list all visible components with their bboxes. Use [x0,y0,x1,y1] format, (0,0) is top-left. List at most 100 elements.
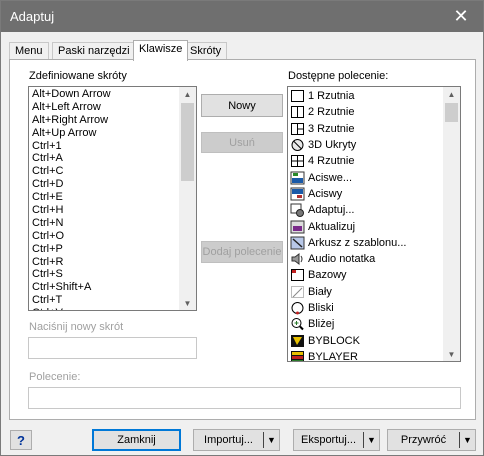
command-input[interactable] [29,388,460,408]
list-item-label: 2 Rzutnie [308,106,355,119]
command-field[interactable] [28,387,461,409]
list-item-label: Adaptuj... [308,204,355,217]
list-item[interactable]: 4 Rzutnie [288,153,443,169]
list-item[interactable]: 1 Rzutnia [288,88,443,104]
list-item-label: Aciswy [308,187,343,200]
new-button[interactable]: Nowy [201,94,283,117]
scroll-up-icon[interactable]: ▲ [179,87,196,101]
scroll-down-icon[interactable]: ▼ [179,296,196,310]
list-item[interactable]: 3 Rzutnie [288,121,443,137]
commands-scrollbar[interactable]: ▲ ▼ [443,87,460,361]
scroll-down-icon[interactable]: ▼ [443,347,460,361]
shortcuts-scrollbar[interactable]: ▲ ▼ [179,87,196,310]
list-item[interactable]: Ctrl+E [29,191,179,204]
acis-export-icon [290,171,305,185]
list-item[interactable]: Audio notatka [288,251,443,267]
viewport-1-icon [290,89,305,103]
shortcuts-list[interactable]: Alt+Down Arrow Alt+Left Arrow Alt+Right Ar… [28,86,197,311]
list-item-label: Biały [308,285,332,298]
import-label: Importuj... [204,434,253,446]
list-item-label: Arkusz z szablonu... [308,236,407,249]
new-shortcut-field[interactable] [28,337,197,359]
list-item-label: Aktualizuj [308,220,356,233]
new-shortcut-label: Naciśnij nowy skrót [29,321,124,333]
list-item-label: 4 Rzutnie [308,155,355,168]
list-item-label: Audio notatka [308,253,376,266]
close-icon[interactable]: ✕ [439,1,483,32]
list-item-label: Bliski [308,302,334,314]
tab-aliases[interactable]: Skróty [184,42,228,60]
list-item[interactable]: Alt+Down Arrow [29,88,179,101]
customize-icon [290,203,305,218]
commands-label: Dostępne polecenie: [288,70,389,82]
viewport-2-icon [290,105,305,119]
list-item[interactable]: Aciswe... [288,169,443,185]
list-item[interactable]: Aciswy [288,186,443,202]
white-icon [290,285,305,299]
close-button[interactable]: Zamknij [92,429,181,451]
list-item[interactable]: Ctrl+H [29,204,179,217]
list-item[interactable]: Alt+Right Arrow [29,114,179,127]
zoom-in-icon [290,317,305,331]
list-item[interactable]: Ctrl+O [29,230,179,243]
tab-menu[interactable]: Menu [9,42,49,60]
list-item[interactable]: Alt+Left Arrow [29,101,179,114]
byblock-icon [290,334,305,348]
list-item[interactable]: Ctrl+Shift+A [29,281,179,294]
list-item[interactable]: Bliżej [288,316,443,332]
list-item-label: Bliżej [308,318,335,331]
nearest-icon [290,301,305,315]
list-item[interactable]: Ctrl+T [29,294,179,307]
import-button[interactable]: Importuj... ▼ [193,429,280,451]
hide-3d-icon [290,138,305,152]
list-item[interactable]: Arkusz z szablonu... [288,235,443,251]
shortcuts-label: Zdefiniowane skróty [29,70,127,82]
new-shortcut-input[interactable] [29,338,196,358]
commands-list[interactable]: 1 Rzutnia 2 Rzutnie 3 Rzutnie 3D Ukryty 4 Rz… [287,86,461,362]
list-item[interactable]: Ctrl+D [29,178,179,191]
bylayer-icon [290,350,305,361]
scroll-up-icon[interactable]: ▲ [443,87,460,101]
base-icon [290,268,305,282]
list-item[interactable]: Aktualizuj [288,218,443,234]
list-item-label: 3 Rzutnie [308,122,355,135]
list-item-label: BYLAYER [308,350,358,362]
list-item[interactable]: Ctrl+R [29,256,179,269]
list-item[interactable]: Biały [288,284,443,300]
list-item[interactable]: BYLAYER [288,349,443,362]
list-item[interactable]: Alt+Up Arrow [29,127,179,140]
list-item[interactable]: BYBLOCK [288,332,443,348]
command-label: Polecenie: [29,371,81,383]
dropdown-arrow-icon[interactable]: ▼ [364,435,379,445]
list-item-label: Bazowy [308,269,347,282]
list-item[interactable]: Ctrl+C [29,165,179,178]
dropdown-arrow-icon[interactable]: ▼ [460,435,475,445]
list-item[interactable]: Ctrl+N [29,217,179,230]
list-item[interactable]: Bliski [288,300,443,316]
viewport-4-icon [290,154,305,168]
list-item[interactable]: Ctrl+1 [29,140,179,153]
list-item-label: BYBLOCK [308,334,360,347]
audio-note-icon [290,252,305,266]
tab-toolbars[interactable]: Paski narzędzi [52,42,136,60]
list-item[interactable]: Adaptuj... [288,202,443,218]
scroll-thumb[interactable] [445,103,458,122]
delete-button[interactable]: Usuń [201,132,283,153]
export-button[interactable]: Eksportuj... ▼ [293,429,380,451]
list-item[interactable]: Ctrl+V [29,307,179,310]
list-item[interactable]: 3D Ukryty [288,137,443,153]
list-item-label: 3D Ukryty [308,139,357,152]
list-item[interactable]: 2 Rzutnie [288,104,443,120]
help-button[interactable]: ? [10,430,32,450]
sheet-template-icon [290,236,305,250]
restore-button[interactable]: Przywróć ▼ [387,429,476,451]
scroll-thumb[interactable] [181,103,194,181]
add-command-button[interactable]: Dodaj polecenie [201,241,283,263]
list-item[interactable]: Ctrl+P [29,243,179,256]
list-item[interactable]: Bazowy [288,267,443,283]
customize-dialog: Adaptuj ✕ Menu Paski narzędzi Klawisze S… [0,0,484,456]
tab-keys[interactable]: Klawisze [133,40,189,61]
dropdown-arrow-icon[interactable]: ▼ [264,435,279,445]
list-item[interactable]: Ctrl+S [29,268,179,281]
list-item[interactable]: Ctrl+A [29,152,179,165]
